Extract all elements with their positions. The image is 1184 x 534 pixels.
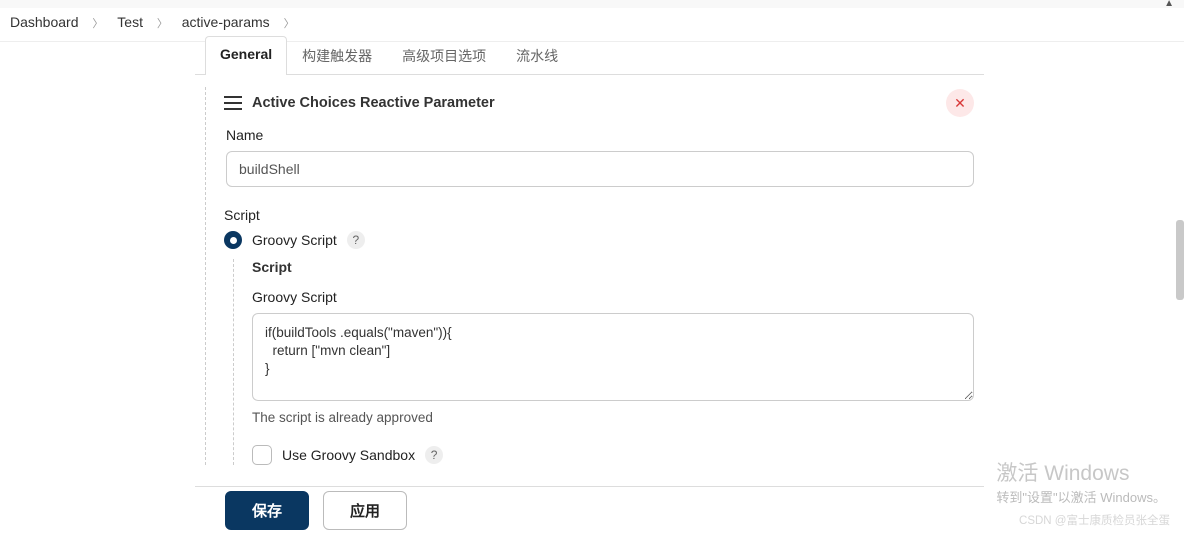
chevron-right-icon: 〉 xyxy=(284,18,295,30)
scrollbar-thumb[interactable] xyxy=(1176,220,1184,300)
tab-triggers[interactable]: 构建触发器 xyxy=(287,36,387,75)
name-label: Name xyxy=(226,127,974,143)
breadcrumb-dashboard[interactable]: Dashboard xyxy=(10,14,79,30)
section-title: Active Choices Reactive Parameter xyxy=(252,95,495,111)
groovy-script-textarea[interactable] xyxy=(252,313,974,401)
help-icon[interactable]: ? xyxy=(425,446,443,464)
scroll-up-caret[interactable]: ▲ xyxy=(1164,0,1174,9)
drag-handle-icon[interactable] xyxy=(224,96,242,110)
tab-advanced[interactable]: 高级项目选项 xyxy=(387,36,501,75)
apply-button[interactable]: 应用 xyxy=(323,491,407,530)
groovy-script-radio-label: Groovy Script xyxy=(252,232,337,248)
sandbox-label: Use Groovy Sandbox xyxy=(282,447,415,463)
script-sub-head: Script xyxy=(252,259,974,275)
script-approved-text: The script is already approved xyxy=(252,410,974,425)
tab-general[interactable]: General xyxy=(205,36,287,75)
save-button[interactable]: 保存 xyxy=(225,491,309,530)
chevron-right-icon: 〉 xyxy=(157,18,168,30)
breadcrumb-activeparams[interactable]: active-params xyxy=(182,14,270,30)
help-icon[interactable]: ? xyxy=(347,231,365,249)
name-input[interactable] xyxy=(226,151,974,187)
groovy-script-label: Groovy Script xyxy=(252,289,974,305)
script-label: Script xyxy=(224,207,974,223)
csdn-watermark: CSDN @富士康质检员张全蛋 xyxy=(1019,512,1170,528)
tab-bar: General 构建触发器 高级项目选项 流水线 xyxy=(195,35,984,75)
footer-bar: 保存 应用 xyxy=(195,486,984,534)
windows-watermark: 激活 Windows 转到"设置"以激活 Windows。 xyxy=(996,457,1166,506)
chevron-right-icon: 〉 xyxy=(92,18,103,30)
close-icon[interactable]: ✕ xyxy=(946,89,974,117)
tab-pipeline[interactable]: 流水线 xyxy=(501,36,573,75)
groovy-script-radio[interactable] xyxy=(224,231,242,249)
sandbox-checkbox[interactable] xyxy=(252,445,272,465)
breadcrumb-test[interactable]: Test xyxy=(117,14,143,30)
